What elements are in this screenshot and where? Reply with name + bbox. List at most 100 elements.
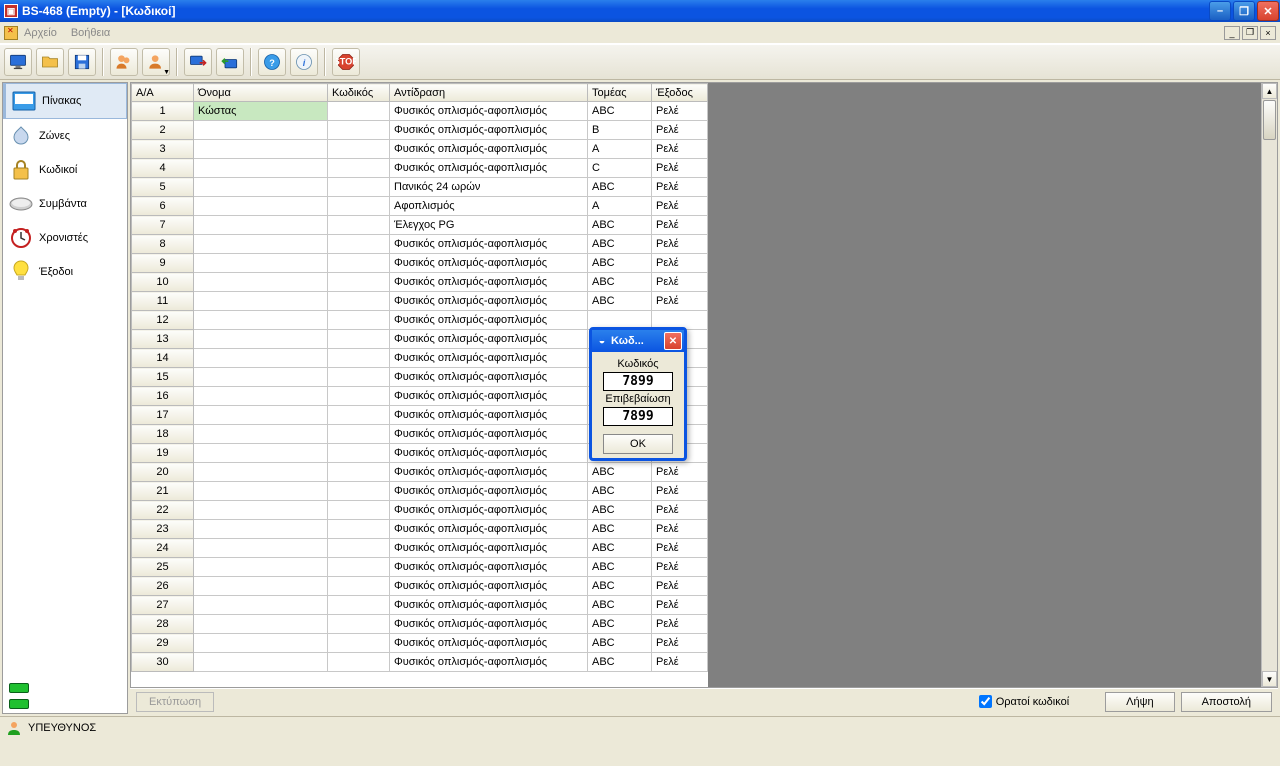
cell-code[interactable]	[328, 330, 390, 349]
upload-button[interactable]	[216, 48, 244, 76]
dialog-close-button[interactable]: ✕	[664, 332, 682, 350]
cell-aa[interactable]: 20	[132, 463, 194, 482]
cell-sector[interactable]: ABC	[588, 653, 652, 672]
cell-name[interactable]	[194, 444, 328, 463]
cell-code[interactable]	[328, 349, 390, 368]
cell-sector[interactable]: ABC	[588, 235, 652, 254]
cell-react[interactable]: Φυσικός οπλισμός-αφοπλισμός	[390, 349, 588, 368]
cell-name[interactable]	[194, 520, 328, 539]
cell-aa[interactable]: 30	[132, 653, 194, 672]
cell-sector[interactable]: A	[588, 140, 652, 159]
cell-react[interactable]: Φυσικός οπλισμός-αφοπλισμός	[390, 273, 588, 292]
table-row[interactable]: 21Φυσικός οπλισμός-αφοπλισμόςABCΡελέ	[132, 482, 708, 501]
cell-name[interactable]	[194, 463, 328, 482]
cell-exit[interactable]: Ρελέ	[652, 558, 708, 577]
cell-aa[interactable]: 29	[132, 634, 194, 653]
cell-code[interactable]	[328, 634, 390, 653]
cell-code[interactable]	[328, 254, 390, 273]
cell-sector[interactable]: C	[588, 159, 652, 178]
cell-aa[interactable]: 17	[132, 406, 194, 425]
table-row[interactable]: 23Φυσικός οπλισμός-αφοπλισμόςABCΡελέ	[132, 520, 708, 539]
cell-react[interactable]: Φυσικός οπλισμός-αφοπλισμός	[390, 444, 588, 463]
cell-code[interactable]	[328, 520, 390, 539]
cell-name[interactable]	[194, 368, 328, 387]
cell-react[interactable]: Φυσικός οπλισμός-αφοπλισμός	[390, 235, 588, 254]
close-button[interactable]: ✕	[1257, 1, 1279, 21]
cell-aa[interactable]: 15	[132, 368, 194, 387]
header-exit[interactable]: Έξοδος	[652, 84, 708, 102]
cell-aa[interactable]: 6	[132, 197, 194, 216]
table-row[interactable]: 10Φυσικός οπλισμός-αφοπλισμόςABCΡελέ	[132, 273, 708, 292]
cell-react[interactable]: Φυσικός οπλισμός-αφοπλισμός	[390, 292, 588, 311]
cell-aa[interactable]: 13	[132, 330, 194, 349]
cell-sector[interactable]: ABC	[588, 254, 652, 273]
cell-react[interactable]: Φυσικός οπλισμός-αφοπλισμός	[390, 406, 588, 425]
table-row[interactable]: 9Φυσικός οπλισμός-αφοπλισμόςABCΡελέ	[132, 254, 708, 273]
cell-exit[interactable]: Ρελέ	[652, 140, 708, 159]
cell-react[interactable]: Φυσικός οπλισμός-αφοπλισμός	[390, 387, 588, 406]
cell-name[interactable]	[194, 330, 328, 349]
dialog-titlebar[interactable]: ◒ Κωδ... ✕	[592, 330, 684, 352]
cell-sector[interactable]: ABC	[588, 178, 652, 197]
table-row[interactable]: 29Φυσικός οπλισμός-αφοπλισμόςABCΡελέ	[132, 634, 708, 653]
cell-code[interactable]	[328, 596, 390, 615]
cell-exit[interactable]: Ρελέ	[652, 539, 708, 558]
cell-react[interactable]: Φυσικός οπλισμός-αφοπλισμός	[390, 159, 588, 178]
cell-aa[interactable]: 9	[132, 254, 194, 273]
cell-code[interactable]	[328, 121, 390, 140]
help-button[interactable]: ?	[258, 48, 286, 76]
cell-react[interactable]: Φυσικός οπλισμός-αφοπλισμός	[390, 653, 588, 672]
cell-code[interactable]	[328, 482, 390, 501]
cell-aa[interactable]: 5	[132, 178, 194, 197]
sidebar-item-codes[interactable]: Κωδικοί	[3, 153, 127, 187]
cell-react[interactable]: Φυσικός οπλισμός-αφοπλισμός	[390, 463, 588, 482]
cell-react[interactable]: Φυσικός οπλισμός-αφοπλισμός	[390, 520, 588, 539]
scroll-up-button[interactable]: ▲	[1262, 83, 1277, 99]
cell-name[interactable]	[194, 273, 328, 292]
cell-react[interactable]: Φυσικός οπλισμός-αφοπλισμός	[390, 634, 588, 653]
cell-sector[interactable]: ABC	[588, 539, 652, 558]
cell-exit[interactable]: Ρελέ	[652, 197, 708, 216]
cell-name[interactable]	[194, 539, 328, 558]
table-row[interactable]: 27Φυσικός οπλισμός-αφοπλισμόςABCΡελέ	[132, 596, 708, 615]
cell-react[interactable]: Αφοπλισμός	[390, 197, 588, 216]
cell-code[interactable]	[328, 653, 390, 672]
cell-react[interactable]: Φυσικός οπλισμός-αφοπλισμός	[390, 501, 588, 520]
cell-sector[interactable]: ABC	[588, 463, 652, 482]
scroll-down-button[interactable]: ▼	[1262, 671, 1277, 687]
cell-sector[interactable]: ABC	[588, 615, 652, 634]
cell-sector[interactable]: ABC	[588, 634, 652, 653]
cell-name[interactable]	[194, 349, 328, 368]
cell-name[interactable]	[194, 197, 328, 216]
user-remove-button[interactable]: ▼	[142, 48, 170, 76]
cell-name[interactable]	[194, 159, 328, 178]
cell-name[interactable]	[194, 501, 328, 520]
restore-button[interactable]: ❐	[1233, 1, 1255, 21]
cell-code[interactable]	[328, 539, 390, 558]
table-row[interactable]: 30Φυσικός οπλισμός-αφοπλισμόςABCΡελέ	[132, 653, 708, 672]
cell-aa[interactable]: 8	[132, 235, 194, 254]
cell-name[interactable]	[194, 406, 328, 425]
sidebar-item-panel[interactable]: Πίνακας	[3, 83, 127, 119]
cell-name[interactable]	[194, 387, 328, 406]
cell-code[interactable]	[328, 463, 390, 482]
cell-name[interactable]	[194, 634, 328, 653]
cell-react[interactable]: Πανικός 24 ωρών	[390, 178, 588, 197]
cell-code[interactable]	[328, 216, 390, 235]
visible-codes-check[interactable]	[979, 695, 992, 708]
cell-name[interactable]	[194, 216, 328, 235]
dialog-ok-button[interactable]: OK	[603, 434, 673, 454]
cell-aa[interactable]: 14	[132, 349, 194, 368]
cell-aa[interactable]: 2	[132, 121, 194, 140]
sidebar-item-outputs[interactable]: Έξοδοι	[3, 255, 127, 289]
cell-name[interactable]	[194, 292, 328, 311]
monitor-button[interactable]	[4, 48, 32, 76]
info-button[interactable]: i	[290, 48, 318, 76]
table-row[interactable]: 20Φυσικός οπλισμός-αφοπλισμόςABCΡελέ	[132, 463, 708, 482]
cell-sector[interactable]: ABC	[588, 273, 652, 292]
table-row[interactable]: 11Φυσικός οπλισμός-αφοπλισμόςABCΡελέ	[132, 292, 708, 311]
sidebar-item-zones[interactable]: Ζώνες	[3, 119, 127, 153]
cell-code[interactable]	[328, 444, 390, 463]
cell-react[interactable]: Φυσικός οπλισμός-αφοπλισμός	[390, 330, 588, 349]
cell-react[interactable]: Φυσικός οπλισμός-αφοπλισμός	[390, 121, 588, 140]
